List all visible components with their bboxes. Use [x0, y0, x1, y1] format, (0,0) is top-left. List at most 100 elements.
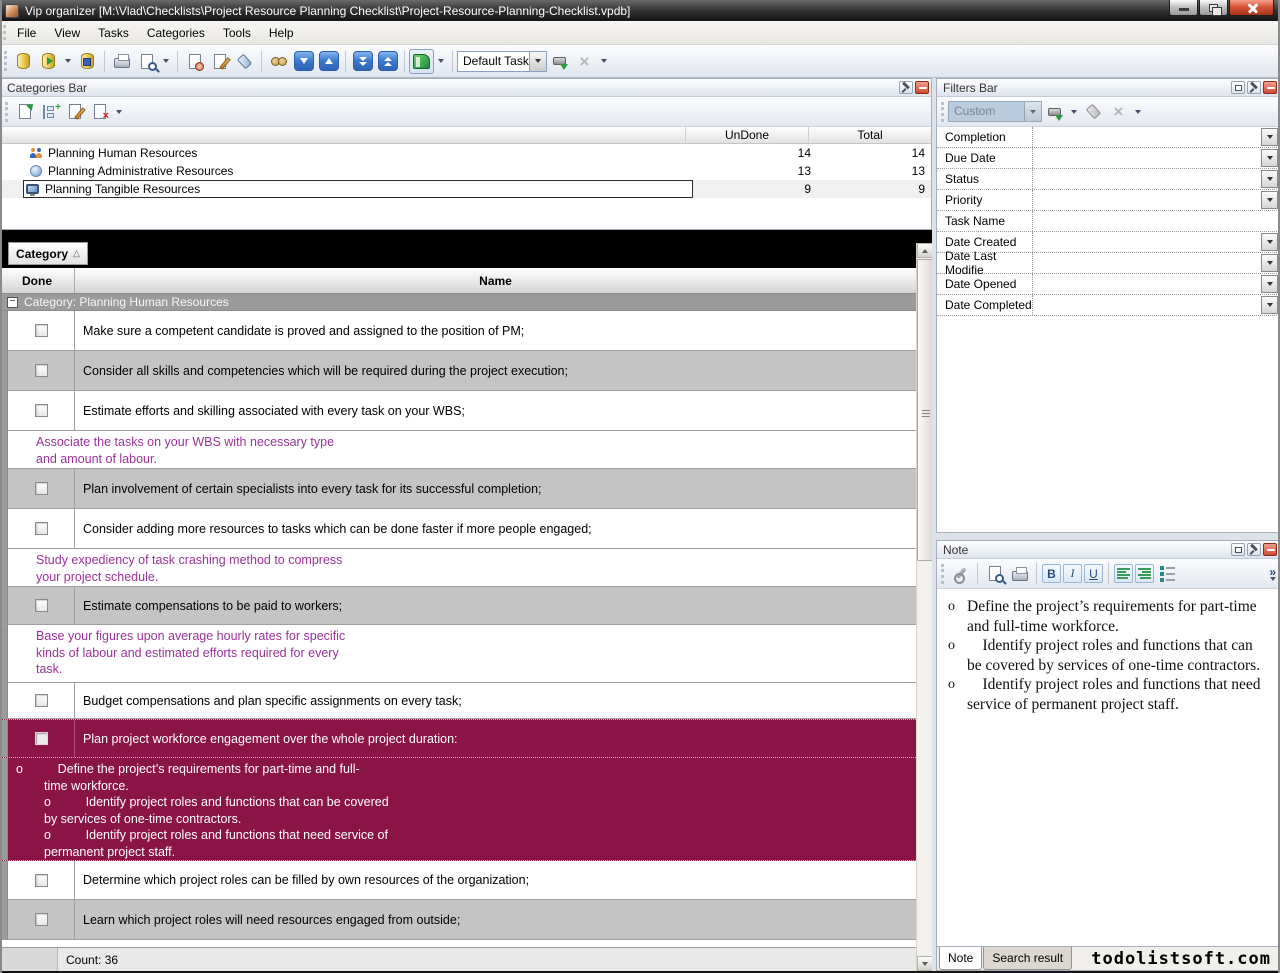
filter-dropdown-button[interactable]	[1261, 233, 1278, 251]
move-bottom-button[interactable]	[350, 49, 375, 74]
filter-value-field[interactable]	[1033, 148, 1260, 168]
italic-button[interactable]: I	[1063, 564, 1082, 583]
pin-button[interactable]	[1247, 81, 1261, 94]
task-checkbox[interactable]	[35, 599, 48, 612]
filter-dropdown-button[interactable]	[1261, 254, 1278, 272]
menu-tools[interactable]: Tools	[214, 21, 260, 44]
align-right-button[interactable]	[1135, 564, 1154, 583]
tab-search-result[interactable]: Search result	[983, 947, 1072, 970]
print-button[interactable]	[109, 49, 134, 74]
clear-filter-button[interactable]	[1081, 99, 1106, 124]
pin-button[interactable]	[899, 81, 913, 94]
group-header-row[interactable]: − Category: Planning Human Resources	[0, 294, 916, 311]
show-notes-button[interactable]	[409, 49, 434, 74]
task-checkbox[interactable]	[35, 324, 48, 337]
scroll-up-button[interactable]	[917, 243, 933, 258]
minimize-button[interactable]	[1169, 0, 1198, 16]
task-checkbox[interactable]	[35, 913, 48, 926]
new-task-button[interactable]	[182, 49, 207, 74]
print-preview-dropdown[interactable]	[161, 59, 171, 63]
menu-categories[interactable]: Categories	[138, 21, 214, 44]
new-database-button[interactable]	[11, 49, 36, 74]
edit-task-button[interactable]	[207, 49, 232, 74]
align-left-button[interactable]	[1114, 564, 1133, 583]
task-note-row-selected[interactable]: o Define the project’s requirements for …	[0, 758, 916, 861]
undone-column-header[interactable]: UnDone	[685, 127, 808, 143]
pin-button[interactable]	[1247, 543, 1261, 556]
restore-panel-button[interactable]	[1231, 81, 1245, 94]
find-task-button[interactable]	[266, 49, 291, 74]
toolbar-grip[interactable]	[4, 51, 7, 71]
task-note-row[interactable]: Base your figures upon average hourly ra…	[0, 625, 916, 683]
task-row[interactable]: Budget compensations and plan specific a…	[0, 683, 916, 719]
filter-dropdown-button[interactable]	[1261, 296, 1278, 314]
open-database-dropdown[interactable]	[63, 59, 73, 63]
move-down-button[interactable]	[291, 49, 316, 74]
note-preview-button[interactable]	[982, 561, 1007, 586]
filters-close-button[interactable]	[1263, 81, 1277, 94]
move-top-button[interactable]	[375, 49, 400, 74]
apply-filter-dropdown[interactable]	[1069, 110, 1079, 114]
filter-dropdown-button[interactable]	[1261, 149, 1278, 167]
apply-filter-button[interactable]	[1042, 99, 1067, 124]
filter-value-field[interactable]	[1033, 127, 1260, 147]
task-checkbox[interactable]	[35, 522, 48, 535]
filters-toolbar-overflow[interactable]	[1133, 110, 1143, 114]
delete-task-type-button[interactable]: ×	[572, 49, 597, 74]
filter-value-field[interactable]	[1033, 169, 1260, 189]
move-up-button[interactable]	[316, 49, 341, 74]
delete-category-button[interactable]: ×	[87, 99, 112, 124]
category-row-human-resources[interactable]: Planning Human Resources 14 14	[1, 144, 931, 162]
filter-preset-combobox[interactable]: Custom	[948, 101, 1042, 122]
delete-task-button[interactable]	[232, 49, 257, 74]
filter-value-field[interactable]	[1033, 295, 1260, 315]
tab-note[interactable]: Note	[939, 947, 982, 970]
apply-note-button[interactable]	[948, 561, 973, 586]
task-type-dropdown-button[interactable]	[529, 52, 546, 71]
restore-button[interactable]	[1199, 0, 1228, 16]
save-database-button[interactable]	[75, 49, 100, 74]
categories-toolbar-overflow[interactable]	[114, 110, 124, 114]
new-category-button[interactable]	[12, 99, 37, 124]
done-column-header[interactable]: Done	[0, 268, 75, 293]
apply-task-type-button[interactable]	[547, 49, 572, 74]
task-note-row[interactable]: Associate the tasks on your WBS with nec…	[0, 431, 916, 469]
task-checkbox[interactable]	[35, 732, 48, 745]
filter-dropdown-button[interactable]	[1261, 170, 1278, 188]
task-row[interactable]: Consider adding more resources to tasks …	[0, 509, 916, 549]
task-checkbox[interactable]	[35, 482, 48, 495]
task-row[interactable]: Estimate efforts and skilling associated…	[0, 391, 916, 431]
task-row[interactable]: Learn which project roles will need reso…	[0, 900, 916, 940]
filter-preset-dropdown-button[interactable]	[1024, 102, 1041, 121]
scrollbar-thumb[interactable]	[917, 259, 933, 561]
note-close-button[interactable]	[1263, 543, 1277, 556]
menu-tasks[interactable]: Tasks	[89, 21, 138, 44]
task-row[interactable]: Estimate compensations to be paid to wor…	[0, 587, 916, 625]
note-editor[interactable]: o Define the project’s requirements for …	[937, 589, 1279, 946]
task-note-row[interactable]: Study expediency of task crashing method…	[0, 549, 916, 587]
task-checkbox[interactable]	[35, 364, 48, 377]
scroll-down-button[interactable]	[917, 956, 933, 971]
group-by-category-button[interactable]: Category △	[8, 242, 88, 265]
grid-vertical-scrollbar[interactable]	[916, 243, 932, 971]
show-notes-dropdown[interactable]	[436, 59, 446, 63]
toolbar-overflow-dropdown[interactable]	[599, 59, 609, 63]
bold-button[interactable]: B	[1042, 564, 1061, 583]
categories-close-button[interactable]	[915, 81, 929, 94]
underline-button[interactable]: U	[1084, 564, 1103, 583]
menu-view[interactable]: View	[45, 21, 89, 44]
filter-value-field[interactable]	[1033, 274, 1260, 294]
task-row[interactable]: Consider all skills and competencies whi…	[0, 351, 916, 391]
task-row[interactable]: Plan involvement of certain specialists …	[0, 469, 916, 509]
task-row[interactable]: Determine which project roles can be fil…	[0, 861, 916, 900]
filter-value-field[interactable]	[1033, 190, 1260, 210]
task-row[interactable]: Make sure a competent candidate is prove…	[0, 311, 916, 351]
collapse-group-icon[interactable]: −	[7, 297, 18, 308]
task-checkbox[interactable]	[35, 874, 48, 887]
filter-value-field[interactable]	[1033, 232, 1260, 252]
filter-dropdown-button[interactable]	[1261, 128, 1278, 146]
edit-category-button[interactable]	[62, 99, 87, 124]
delete-filter-button[interactable]: ×	[1106, 99, 1131, 124]
bullet-list-button[interactable]	[1155, 561, 1180, 586]
task-row-selected[interactable]: Plan project workforce engagement over t…	[0, 719, 916, 758]
